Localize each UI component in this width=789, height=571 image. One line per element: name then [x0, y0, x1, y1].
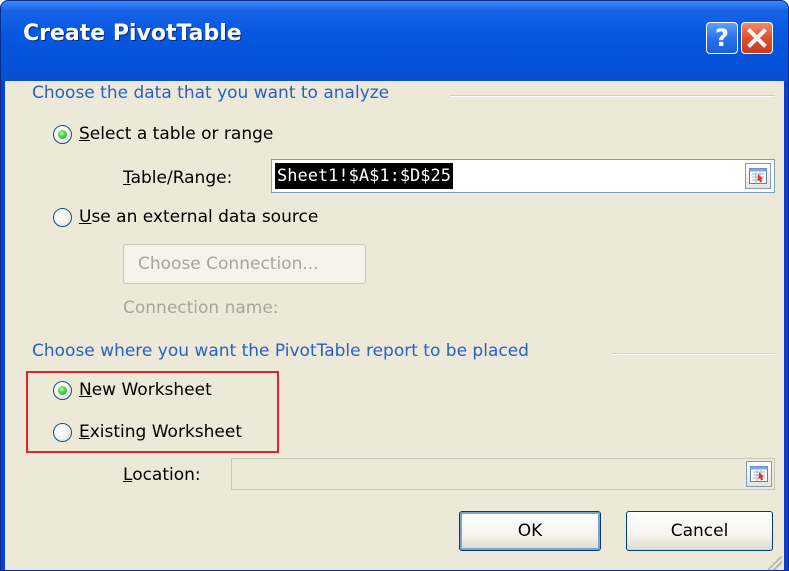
close-icon	[747, 28, 767, 48]
location-label: Location:	[123, 465, 201, 485]
location-input[interactable]	[231, 458, 775, 490]
create-pivottable-dialog: Create PivotTable ? Choose the data that…	[0, 0, 789, 571]
radio-button-unchecked[interactable]	[53, 207, 72, 227]
table-range-input[interactable]: Sheet1!$A$1:$D$25	[271, 159, 775, 193]
collapse-dialog-icon	[750, 466, 768, 482]
external-data-source-label: Use an external data source	[79, 207, 319, 227]
external-data-source-option[interactable]: Use an external data source	[53, 205, 318, 229]
dialog-title: Create PivotTable	[23, 21, 242, 46]
help-icon: ?	[715, 24, 729, 52]
radio-button-checked[interactable]	[53, 124, 72, 144]
data-source-section-heading: Choose the data that you want to analyze	[32, 83, 390, 103]
help-button[interactable]: ?	[706, 22, 738, 54]
title-bar[interactable]: Create PivotTable ?	[1, 1, 788, 81]
resize-grip-icon[interactable]	[768, 556, 782, 570]
select-table-or-range-option[interactable]: Select a table or range	[53, 122, 273, 146]
close-button[interactable]	[741, 22, 773, 54]
select-table-or-range-label: Select a table or range	[79, 124, 274, 144]
ok-button[interactable]: OK	[459, 511, 601, 551]
section-divider	[613, 353, 775, 355]
choose-connection-button[interactable]: Choose Connection...	[123, 244, 366, 284]
dialog-body: Choose the data that you want to analyze…	[5, 81, 784, 570]
connection-name-label: Connection name:	[123, 298, 279, 318]
section-divider	[450, 95, 775, 97]
collapse-dialog-button[interactable]	[745, 163, 771, 189]
location-collapse-dialog-button[interactable]	[746, 461, 772, 487]
placement-section-heading: Choose where you want the PivotTable rep…	[32, 341, 529, 361]
cancel-button[interactable]: Cancel	[626, 511, 773, 551]
highlight-annotation-box	[26, 371, 279, 453]
collapse-dialog-icon	[749, 168, 767, 184]
table-range-value: Sheet1!$A$1:$D$25	[275, 163, 453, 189]
table-range-label: Table/Range:	[123, 168, 233, 188]
